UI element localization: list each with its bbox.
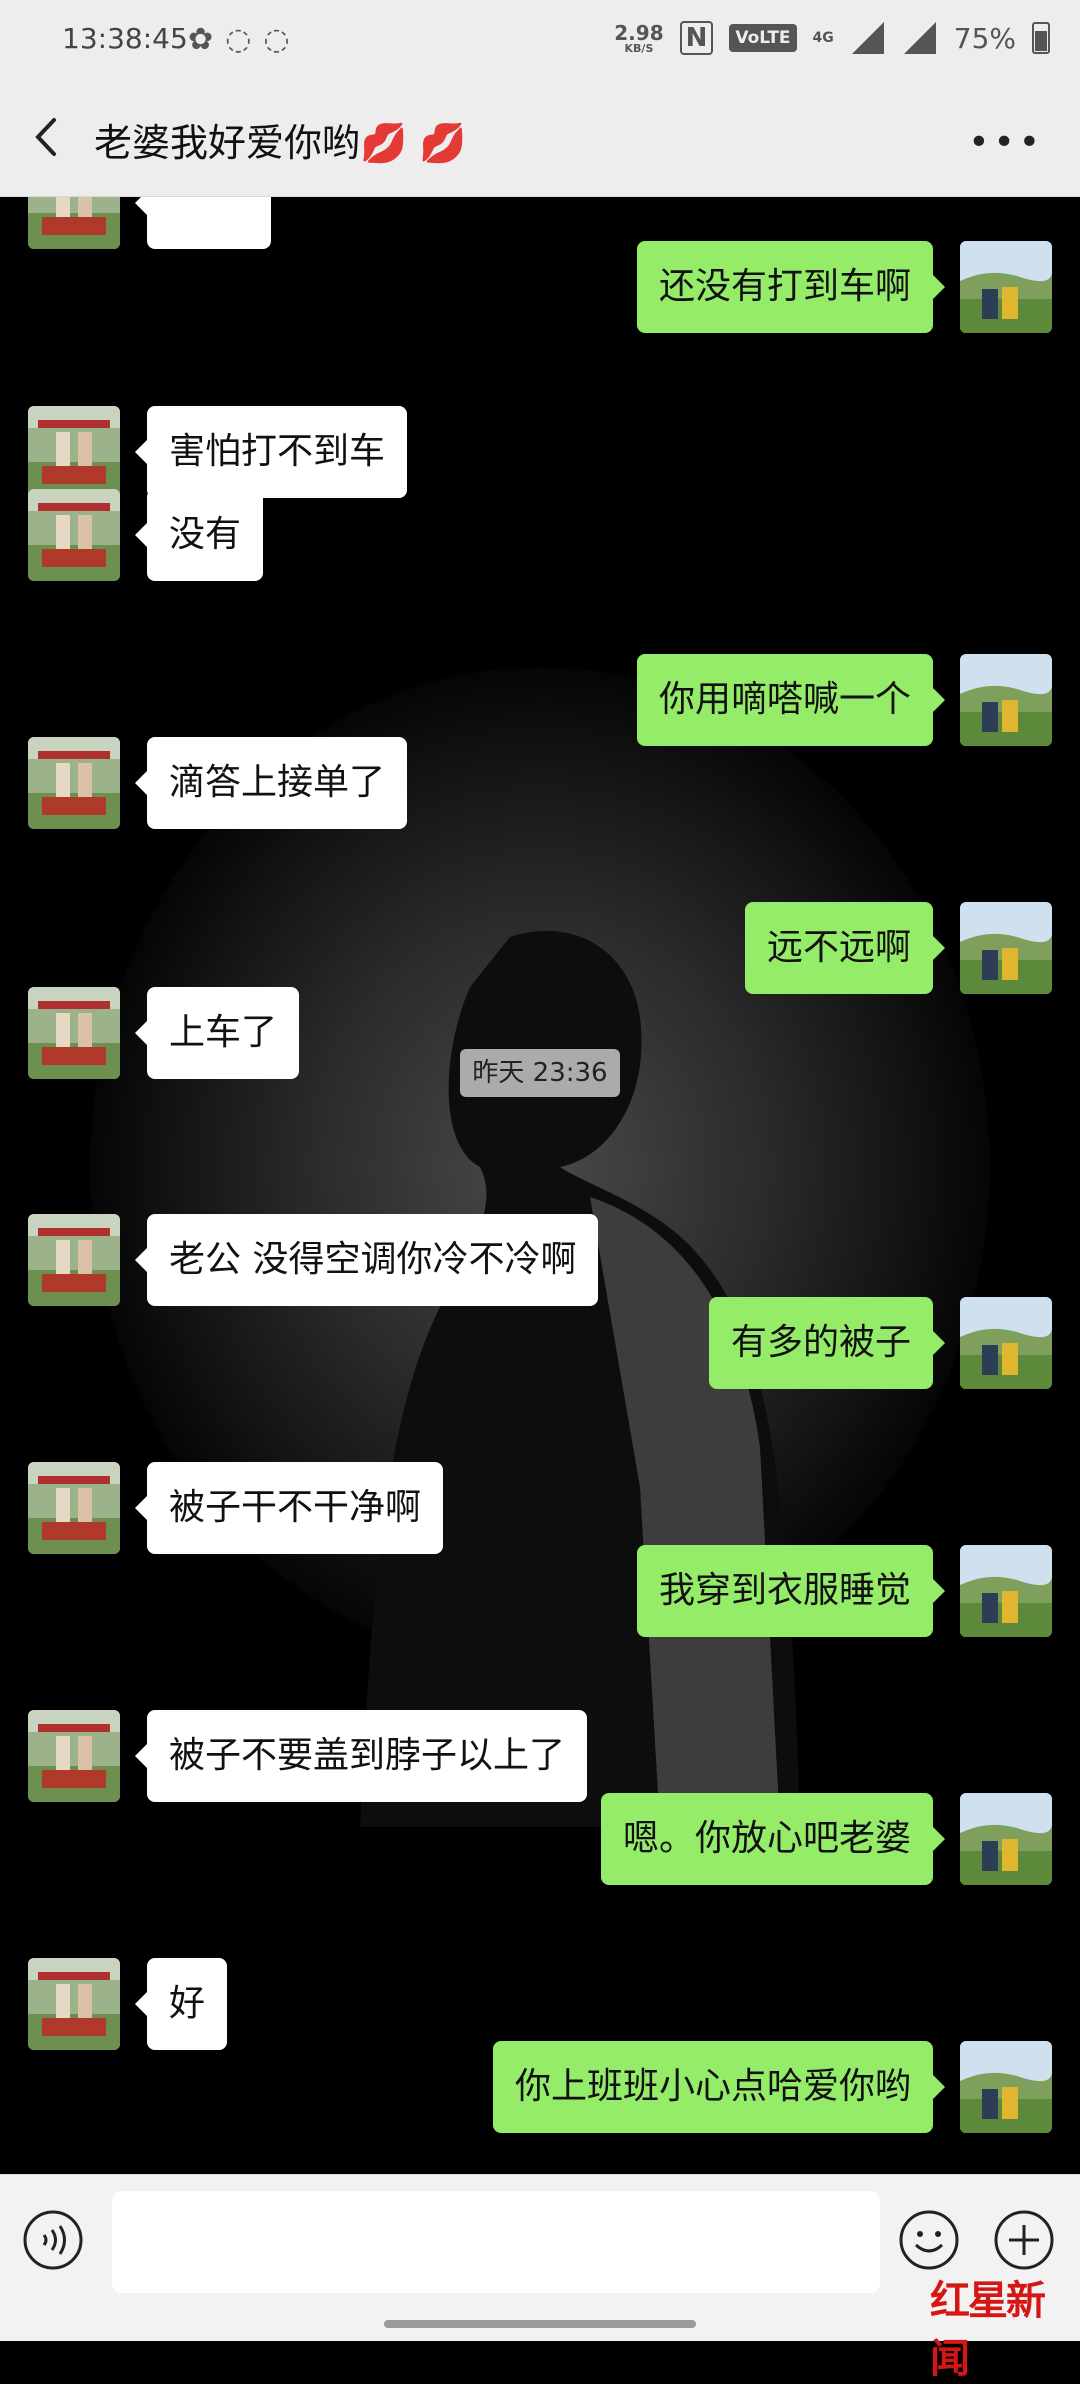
watermark-logo: 红星新闻 <box>930 2277 1046 2382</box>
contact-avatar[interactable] <box>28 1710 120 1802</box>
message-bubble[interactable]: 被子干不干净啊 <box>134 1462 444 1554</box>
my-avatar[interactable] <box>960 2041 1052 2133</box>
my-avatar[interactable] <box>960 1545 1052 1637</box>
signal-icon <box>851 22 884 54</box>
net-speed-unit: KB/S <box>624 41 654 55</box>
status-bar: 13:38:45 ✿◌◌ 2.98 KB/S N VoLTE 4G 75% <box>0 0 1080 82</box>
message-bubble[interactable]: 远不远啊 <box>744 902 946 994</box>
chat-title: 老婆我好爱你哟💋 💋 <box>94 121 467 165</box>
net-speed: 2.98 KB/S <box>614 23 663 54</box>
my-avatar[interactable] <box>960 1297 1052 1389</box>
contact-avatar[interactable] <box>28 489 120 581</box>
message-bubble[interactable]: 我穿到衣服睡觉 <box>636 1545 946 1637</box>
network-type: 4G <box>812 30 834 46</box>
volte-badge: VoLTE <box>729 24 797 52</box>
message-bubble[interactable]: 嗯。你放心吧老婆 <box>600 1793 946 1885</box>
message-bubble[interactable]: 你上班班小心点哈爱你哟 <box>492 2041 946 2133</box>
chat-header: 老婆我好爱你哟💋 💋 ••• <box>0 82 1080 197</box>
status-right: 2.98 KB/S N VoLTE 4G 75% <box>614 20 1050 56</box>
contact-avatar[interactable] <box>28 406 120 498</box>
message-bubble[interactable]: 滴答上接单了 <box>134 737 408 829</box>
my-avatar[interactable] <box>960 902 1052 994</box>
input-bar <box>0 2174 1080 2341</box>
add-attachment-icon[interactable] <box>993 2209 1055 2271</box>
message-bubble[interactable]: 上车了 <box>134 987 300 1079</box>
message-bubble[interactable]: 老公 没得空调你冷不冷啊 <box>134 1214 599 1306</box>
status-time: 13:38:45 <box>62 22 188 55</box>
contact-avatar[interactable] <box>28 1462 120 1554</box>
back-arrow-icon[interactable] <box>26 112 66 162</box>
message-bubble[interactable]: 你用嘀嗒喊一个 <box>636 654 946 746</box>
contact-avatar[interactable] <box>28 987 120 1079</box>
net-speed-value: 2.98 <box>614 20 664 45</box>
chat-area[interactable]: 还没有打到车啊害怕打不到车 没有你用嘀嗒喊一个滴答上接单了远不远啊上车了昨天 23… <box>0 197 1080 2173</box>
message-bubble[interactable]: 没有 <box>134 489 264 581</box>
contact-avatar[interactable] <box>28 197 120 249</box>
signal-icon <box>903 22 936 54</box>
emoji-icon[interactable] <box>898 2209 960 2271</box>
home-indicator[interactable] <box>384 2320 696 2328</box>
message-bubble[interactable]: 还没有打到车啊 <box>636 241 946 333</box>
message-bubble[interactable]: 有多的被子 <box>708 1297 946 1389</box>
wechat-icon: ✿ <box>188 22 226 57</box>
contact-avatar[interactable] <box>28 737 120 829</box>
more-options-icon[interactable]: ••• <box>968 122 1044 163</box>
message-input[interactable] <box>112 2191 880 2293</box>
chat-bubble-icon: ◌ <box>225 22 264 57</box>
my-avatar[interactable] <box>960 241 1052 333</box>
chat-bubble-icon: ◌ <box>263 22 302 57</box>
battery-icon <box>1032 22 1050 54</box>
my-avatar[interactable] <box>960 654 1052 746</box>
notification-icons: ✿◌◌ <box>188 22 302 57</box>
message-bubble[interactable] <box>135 197 271 249</box>
message-bubble[interactable]: 害怕打不到车 <box>134 406 408 498</box>
nfc-icon: N <box>679 21 714 55</box>
contact-avatar[interactable] <box>28 1958 120 2050</box>
contact-avatar[interactable] <box>28 1214 120 1306</box>
timestamp: 昨天 23:36 <box>460 1049 620 1097</box>
battery-percent: 75% <box>953 21 1016 55</box>
voice-input-icon[interactable] <box>22 2209 84 2271</box>
message-bubble[interactable]: 被子不要盖到脖子以上了 <box>134 1710 588 1802</box>
message-bubble[interactable]: 好 <box>134 1958 228 2050</box>
my-avatar[interactable] <box>960 1793 1052 1885</box>
